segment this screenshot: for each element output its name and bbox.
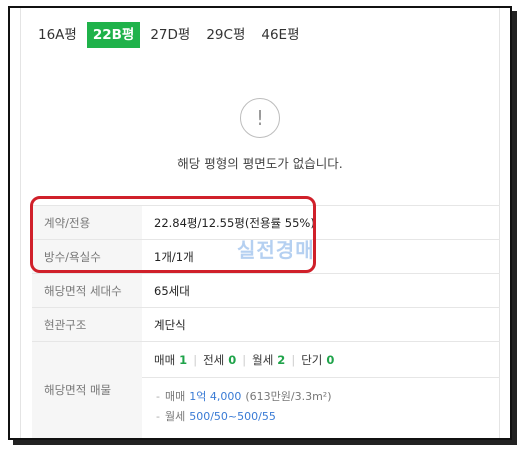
area-type-tabs: 16A평 22B평 27D평 29C평 46E평	[32, 22, 306, 48]
count-jeonse[interactable]: 전세 0	[203, 352, 236, 368]
list-item[interactable]: - 매매 1억 4,000 (613만원/3.3m²)	[156, 386, 500, 406]
listing-price: 500/50~500/55	[189, 409, 276, 423]
count-short-term-number: 0	[326, 352, 335, 367]
table-row: 해당면적 매물 매매 1 | 전세 0 | 월세 2 | 단기 0 - 매매 1…	[32, 341, 500, 438]
tab-46e[interactable]: 46E평	[255, 22, 305, 48]
listings-block: 매매 1 | 전세 0 | 월세 2 | 단기 0 - 매매 1억 4,000 …	[142, 342, 500, 438]
divider: |	[242, 352, 247, 367]
contract-area-label: 계약/전용	[32, 206, 142, 239]
listing-type: 월세	[164, 410, 186, 423]
count-short-term-label: 단기	[301, 352, 323, 367]
watermark: 실전경매	[237, 238, 315, 262]
count-jeonse-label: 전세	[203, 352, 225, 367]
count-monthly-label: 월세	[252, 352, 274, 367]
entrance-label: 현관구조	[32, 308, 142, 341]
listing-counts: 매매 1 | 전세 0 | 월세 2 | 단기 0	[142, 342, 500, 378]
table-row: 현관구조 계단식	[32, 307, 500, 341]
bullet-icon: -	[156, 409, 160, 423]
count-short-term[interactable]: 단기 0	[301, 352, 334, 368]
listings-label: 해당면적 매물	[32, 342, 142, 438]
tab-29c[interactable]: 29C평	[200, 22, 251, 48]
listing-type: 매매	[164, 390, 186, 403]
households-label: 해당면적 세대수	[32, 274, 142, 307]
list-item[interactable]: - 월세 500/50~500/55	[156, 406, 500, 426]
tab-16a[interactable]: 16A평	[32, 22, 83, 48]
contract-area-value: 22.84평/12.55평(전용률 55%)	[154, 215, 315, 230]
listing-price: 1억 4,000	[189, 390, 242, 403]
listing-detail: (613만원/3.3m²)	[245, 390, 332, 403]
rooms-value: 1개/1개	[154, 249, 194, 264]
tab-27d[interactable]: 27D평	[144, 22, 196, 48]
count-sale-number: 1	[179, 352, 188, 367]
panel-frame: 16A평 22B평 27D평 29C평 46E평 ! 해당 평형의 평면도가 없…	[8, 6, 512, 440]
households-value: 65세대	[154, 283, 190, 298]
count-sale[interactable]: 매매 1	[154, 352, 187, 368]
table-row: 해당면적 세대수 65세대	[32, 273, 500, 307]
tab-22b[interactable]: 22B평	[86, 22, 141, 48]
entrance-value: 계단식	[154, 317, 186, 332]
listing-list: - 매매 1억 4,000 (613만원/3.3m²) - 월세 500/50~…	[142, 378, 500, 426]
exclamation-icon: !	[240, 98, 280, 138]
count-monthly[interactable]: 월세 2	[252, 352, 285, 368]
bullet-icon: -	[156, 389, 160, 403]
count-monthly-number: 2	[277, 352, 286, 367]
no-floorplan-notice: ! 해당 평형의 평면도가 없습니다.	[10, 98, 510, 172]
count-sale-label: 매매	[154, 352, 176, 367]
divider: |	[291, 352, 296, 367]
divider: |	[193, 352, 198, 367]
count-jeonse-number: 0	[228, 352, 237, 367]
rooms-label: 방수/욕실수	[32, 240, 142, 273]
notice-message: 해당 평형의 평면도가 없습니다.	[177, 156, 343, 171]
